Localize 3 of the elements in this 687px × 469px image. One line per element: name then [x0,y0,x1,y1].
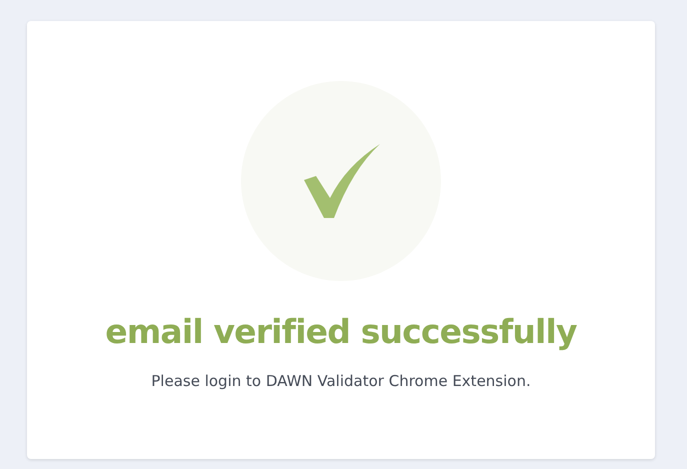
success-title: email verified successfully [105,315,577,348]
checkmark-icon [302,142,380,220]
login-message: Please login to DAWN Validator Chrome Extension. [151,371,531,392]
